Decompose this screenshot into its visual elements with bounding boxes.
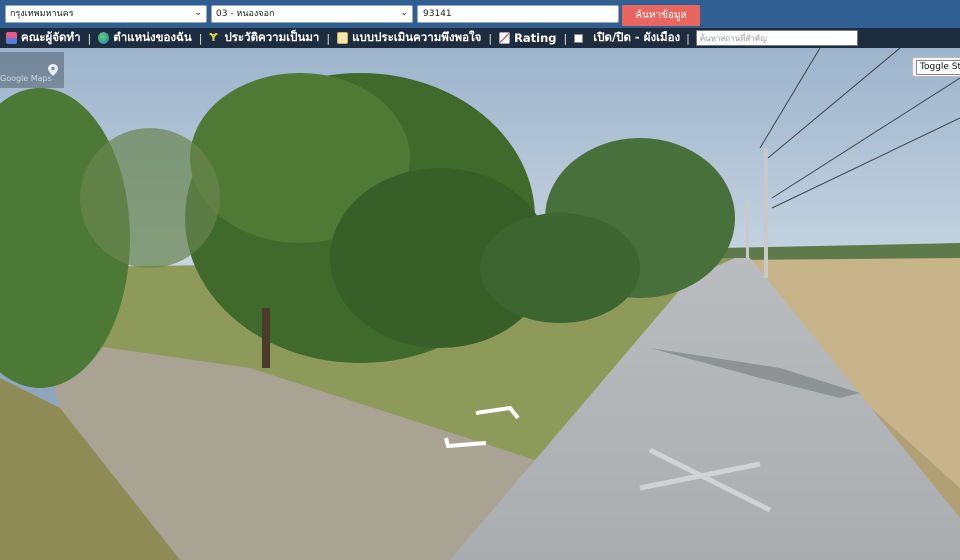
province-select[interactable]: กรุงเทพมหานคร ⌄ bbox=[5, 5, 207, 23]
nav-separator: | bbox=[686, 31, 690, 45]
toggle-street-view-button[interactable]: Toggle St bbox=[912, 57, 960, 77]
nav-item-team[interactable]: คณะผู้จัดทำ bbox=[6, 29, 81, 47]
district-select-value: 03 - หนองจอก bbox=[216, 9, 275, 19]
street-view-panorama[interactable] bbox=[0, 48, 960, 560]
nav-item-label: คณะผู้จัดทำ bbox=[21, 30, 81, 44]
chevron-down-icon: ⌄ bbox=[400, 8, 408, 18]
nav-item-rating[interactable]: Rating bbox=[499, 31, 557, 45]
nav-bar: คณะผู้จัดทำ | ตำแหน่งของฉัน | Ɏ ประวัติค… bbox=[0, 28, 960, 48]
chevron-down-icon: ⌄ bbox=[194, 8, 202, 18]
city-plan-checkbox[interactable] bbox=[574, 33, 584, 43]
nav-item-label: แบบประเมินความพึงพอใจ bbox=[352, 30, 482, 44]
nav-separator: | bbox=[326, 31, 331, 45]
map-pin-icon bbox=[48, 64, 58, 76]
globe-icon bbox=[98, 32, 110, 44]
nav-separator: | bbox=[488, 31, 493, 45]
nav-item-survey[interactable]: แบบประเมินความพึงพอใจ bbox=[337, 29, 481, 47]
note-icon bbox=[337, 32, 349, 44]
code-input-value: 93141 bbox=[423, 9, 452, 19]
google-maps-label: Google Maps bbox=[0, 74, 52, 83]
toggle-button-label: Toggle St bbox=[916, 60, 960, 75]
utility-pole bbox=[746, 198, 749, 258]
utility-pole bbox=[764, 148, 768, 278]
street-view-app: { "search": { "province": "กรุงเทพมหานคร… bbox=[0, 0, 960, 560]
book-icon bbox=[6, 32, 17, 44]
city-plan-toggle-label: เปิด/ปิด - ผังเมือง bbox=[593, 30, 681, 44]
district-select[interactable]: 03 - หนองจอก ⌄ bbox=[211, 5, 413, 23]
province-select-value: กรุงเทพมหานคร bbox=[10, 9, 74, 19]
nav-item-my-location[interactable]: ตำแหน่งของฉัน bbox=[98, 29, 192, 47]
nav-item-label: Rating bbox=[514, 31, 557, 45]
city-plan-toggle[interactable]: เปิด/ปิด - ผังเมือง bbox=[574, 29, 680, 47]
nav-item-label: ตำแหน่งของฉัน bbox=[113, 30, 192, 44]
search-button[interactable]: ค้นหาข้อมูล bbox=[622, 5, 700, 26]
street-scene bbox=[0, 48, 960, 560]
place-search-input[interactable]: ค้นหาสถานที่สำคัญ bbox=[695, 30, 858, 46]
code-input[interactable]: 93141 bbox=[417, 5, 619, 23]
place-search-placeholder: ค้นหาสถานที่สำคัญ bbox=[699, 34, 767, 43]
nav-separator: | bbox=[87, 31, 92, 45]
nav-separator: | bbox=[563, 31, 568, 45]
chart-icon bbox=[499, 32, 511, 44]
nav-item-history[interactable]: Ɏ ประวัติความเป็นมา bbox=[209, 29, 319, 47]
nav-separator: | bbox=[198, 31, 203, 45]
sprout-icon: Ɏ bbox=[209, 31, 218, 44]
search-bar: กรุงเทพมหานคร ⌄ 03 - หนองจอก ⌄ 93141 ค้น… bbox=[0, 0, 960, 28]
nav-item-label: ประวัติความเป็นมา bbox=[224, 30, 320, 44]
